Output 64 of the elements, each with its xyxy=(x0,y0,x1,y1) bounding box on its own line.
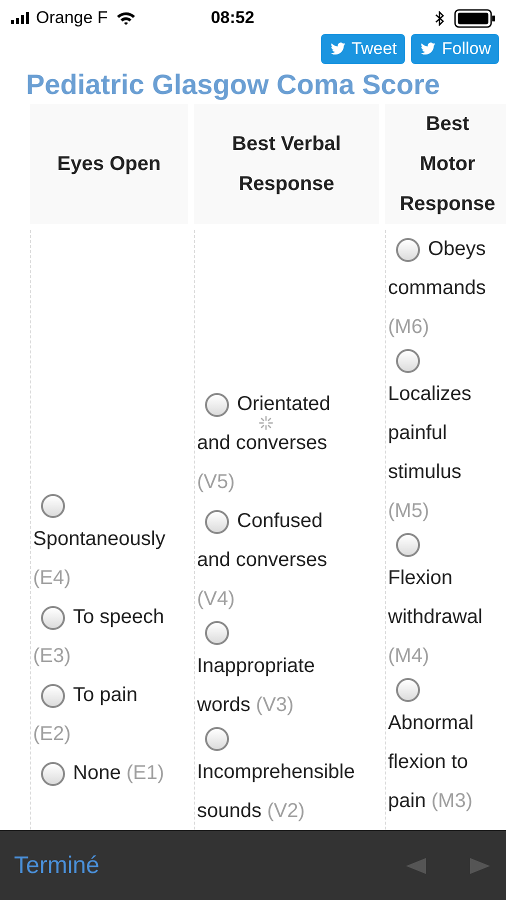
signal-icon xyxy=(10,12,32,24)
radio-button[interactable] xyxy=(396,238,420,262)
radio-button[interactable] xyxy=(41,494,65,518)
radio-button[interactable] xyxy=(396,678,420,702)
option-label: To pain xyxy=(73,684,138,706)
score-code: (M4) xyxy=(388,645,430,667)
done-button[interactable]: Terminé xyxy=(14,848,100,884)
option-label: Abnormal xyxy=(388,712,474,734)
score-code: (E4) xyxy=(33,567,71,589)
radio-button[interactable] xyxy=(41,684,65,708)
option-label: and converses xyxy=(197,549,328,571)
option-label: Orientated xyxy=(237,393,330,415)
option-label: Obeys xyxy=(428,238,486,260)
option-label: flexion to xyxy=(388,751,468,773)
score-code: (E1) xyxy=(126,762,164,784)
option-label: Localizes xyxy=(388,383,472,405)
column-header: Eyes Open xyxy=(30,104,188,224)
option-label: To speech xyxy=(73,606,164,628)
option-label: and converses xyxy=(197,432,328,454)
option-label: Flexion xyxy=(388,567,452,589)
left-triangle-icon xyxy=(406,858,426,874)
battery-icon xyxy=(454,8,496,28)
radio-button[interactable] xyxy=(396,533,420,557)
score-code: (V4) xyxy=(197,588,235,610)
score-code: (E3) xyxy=(33,645,71,667)
option-label: None xyxy=(73,762,121,784)
radio-button[interactable] xyxy=(41,762,65,786)
score-code: (V2) xyxy=(267,800,305,822)
option-label: pain xyxy=(388,790,426,812)
score-code: (E2) xyxy=(33,723,71,745)
option-label: withdrawal xyxy=(388,606,482,628)
bird-icon xyxy=(328,41,347,57)
radio-button[interactable] xyxy=(205,727,229,751)
option-label: words xyxy=(197,694,250,716)
column-header: Best Verbal Response xyxy=(194,104,379,224)
option-label: Confused xyxy=(237,510,323,532)
option-label: sounds xyxy=(197,800,262,822)
score-code: (V3) xyxy=(256,694,294,716)
column-header: Best Motor Response xyxy=(385,104,506,224)
option-label: painful xyxy=(388,422,447,444)
radio-button[interactable] xyxy=(205,392,229,417)
radio-button[interactable] xyxy=(41,606,65,630)
right-triangle-icon xyxy=(470,858,490,874)
clock: 08:52 xyxy=(210,7,254,30)
radio-button[interactable] xyxy=(205,621,229,645)
score-code: (M6) xyxy=(388,316,430,338)
spinner-icon xyxy=(259,416,273,430)
score-code: (V5) xyxy=(197,471,235,493)
radio-button[interactable] xyxy=(396,349,420,373)
option-label: Inappropriate xyxy=(197,655,315,677)
page-title: Pediatric Glasgow Coma Score xyxy=(26,68,441,102)
tweet-button[interactable]: Tweet xyxy=(320,34,405,64)
option-label: stimulus xyxy=(388,461,462,483)
follow-button[interactable]: Follow xyxy=(410,34,499,64)
bird-icon xyxy=(418,41,437,57)
carrier-name: Orange F xyxy=(36,7,108,30)
option-label: Incomprehensible xyxy=(197,761,355,783)
option-label: Spontaneously xyxy=(33,528,166,550)
option-label: commands xyxy=(388,277,486,299)
score-code: (M5) xyxy=(388,500,430,522)
bluetooth-icon xyxy=(435,10,444,26)
wifi-icon xyxy=(116,11,136,25)
score-code: (M3) xyxy=(431,790,472,812)
radio-button[interactable] xyxy=(205,510,229,534)
